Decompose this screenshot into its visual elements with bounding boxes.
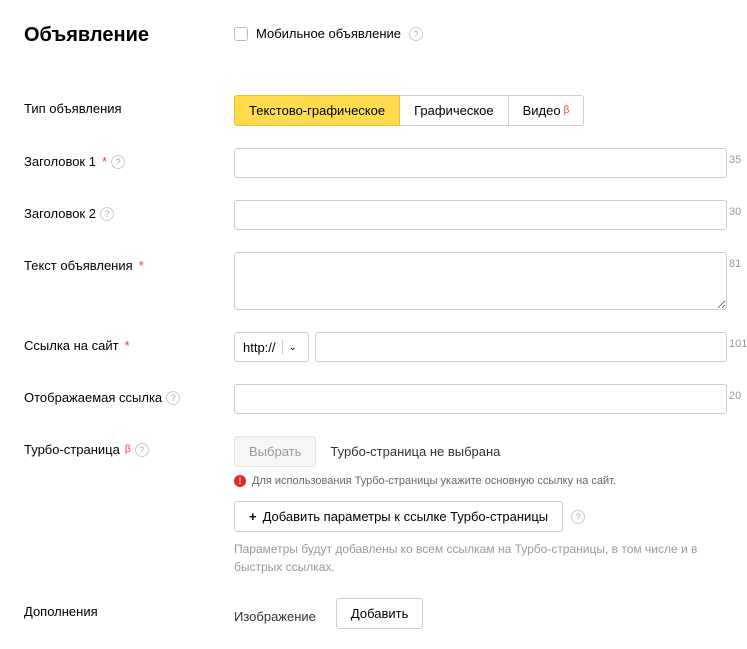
turbo-note: Параметры будут добавлены ко всем ссылка… bbox=[234, 540, 727, 576]
turbo-error-text: Для использования Турбо-страницы укажите… bbox=[252, 475, 616, 487]
ad-type-segmented: Текстово-графическое Графическое Видеоβ bbox=[234, 95, 727, 126]
site-link-label: Ссылка на сайт bbox=[24, 338, 119, 353]
headline2-counter: 30 bbox=[729, 206, 747, 218]
add-turbo-params-button[interactable]: + Добавить параметры к ссылке Турбо-стра… bbox=[234, 501, 563, 532]
help-icon[interactable]: ? bbox=[571, 510, 585, 524]
turbo-status: Турбо-страница не выбрана bbox=[330, 444, 500, 459]
required-mark: * bbox=[139, 258, 144, 273]
turbo-select-button: Выбрать bbox=[234, 436, 316, 467]
protocol-select[interactable]: http:// ⌄ bbox=[234, 332, 309, 362]
page-title: Объявление bbox=[24, 24, 149, 47]
help-icon[interactable]: ? bbox=[166, 391, 180, 405]
additions-label: Дополнения bbox=[24, 604, 98, 619]
error-icon: ! bbox=[234, 475, 246, 487]
help-icon[interactable]: ? bbox=[409, 27, 423, 41]
help-icon[interactable]: ? bbox=[100, 207, 114, 221]
plus-icon: + bbox=[249, 509, 257, 524]
ad-type-label: Тип объявления bbox=[24, 101, 122, 116]
ad-type-video[interactable]: Видеоβ bbox=[509, 95, 585, 126]
ad-type-text-graphic[interactable]: Текстово-графическое bbox=[234, 95, 400, 126]
ad-type-graphic[interactable]: Графическое bbox=[400, 95, 509, 126]
help-icon[interactable]: ? bbox=[135, 443, 149, 457]
headline2-input[interactable] bbox=[234, 200, 727, 230]
display-link-counter: 20 bbox=[729, 390, 747, 402]
turbo-label: Турбо-страница bbox=[24, 442, 120, 457]
headline1-input[interactable] bbox=[234, 148, 727, 178]
add-image-button[interactable]: Добавить bbox=[336, 598, 423, 629]
display-link-input[interactable] bbox=[234, 384, 727, 414]
display-link-label: Отображаемая ссылка bbox=[24, 390, 162, 405]
headline2-label: Заголовок 2 bbox=[24, 206, 96, 221]
additions-image-label: Изображение bbox=[234, 603, 316, 624]
ad-text-label: Текст объявления bbox=[24, 258, 133, 273]
headline1-label: Заголовок 1 bbox=[24, 154, 96, 169]
mobile-ad-checkbox[interactable] bbox=[234, 27, 248, 41]
mobile-ad-label: Мобильное объявление bbox=[256, 26, 401, 41]
chevron-down-icon: ⌄ bbox=[289, 342, 297, 353]
divider bbox=[282, 340, 283, 354]
site-link-counter: 1017 bbox=[729, 338, 747, 350]
required-mark: * bbox=[125, 338, 130, 353]
ad-text-counter: 81 bbox=[729, 258, 747, 270]
ad-text-textarea[interactable] bbox=[234, 252, 727, 310]
help-icon[interactable]: ? bbox=[111, 155, 125, 169]
beta-badge: β bbox=[564, 105, 570, 116]
headline1-counter: 35 bbox=[729, 154, 747, 166]
required-mark: * bbox=[102, 154, 107, 169]
beta-badge: β bbox=[125, 444, 131, 455]
site-link-input[interactable] bbox=[315, 332, 727, 362]
